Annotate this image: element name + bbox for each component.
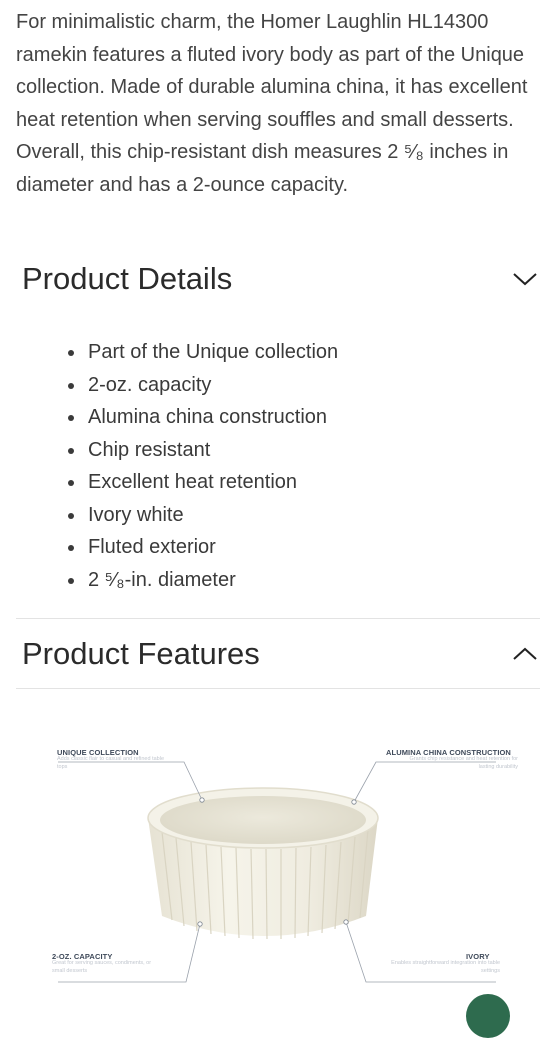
product-features-header[interactable]: Product Features <box>22 630 540 678</box>
list-item: Alumina china construction <box>86 401 338 434</box>
list-item: Chip resistant <box>86 434 338 467</box>
callout-text-alumina-china: Grants chip resistance and heat retentio… <box>409 756 518 770</box>
list-item: Ivory white <box>86 499 338 532</box>
product-feature-image: UNIQUE COLLECTION Adds classic flair to … <box>16 720 540 1000</box>
section-divider <box>16 688 540 689</box>
product-details-title: Product Details <box>22 261 233 296</box>
product-details-header[interactable]: Product Details <box>22 255 540 303</box>
callout-text-unique-collection: Adds classic flair to casual and refined… <box>57 756 165 770</box>
chat-button[interactable] <box>466 994 510 1038</box>
callout-text-ivory: Enables straightforward integration into… <box>391 960 500 974</box>
callout-text-capacity: Great for serving sauces, condiments, or… <box>52 960 152 974</box>
product-details-list: Part of the Unique collection 2-oz. capa… <box>58 336 338 596</box>
list-item: Part of the Unique collection <box>86 336 338 369</box>
product-description: For minimalistic charm, the Homer Laughl… <box>16 11 528 196</box>
list-item: 2-oz. capacity <box>86 369 338 402</box>
product-features-title: Product Features <box>22 636 260 671</box>
section-divider <box>16 618 540 619</box>
list-item: Excellent heat retention <box>86 466 338 499</box>
list-item: Fluted exterior <box>86 531 338 564</box>
chevron-up-icon[interactable] <box>510 639 540 669</box>
list-item: 2 ⁵⁄₈-in. diameter <box>86 564 338 597</box>
chevron-down-icon[interactable] <box>510 264 540 294</box>
